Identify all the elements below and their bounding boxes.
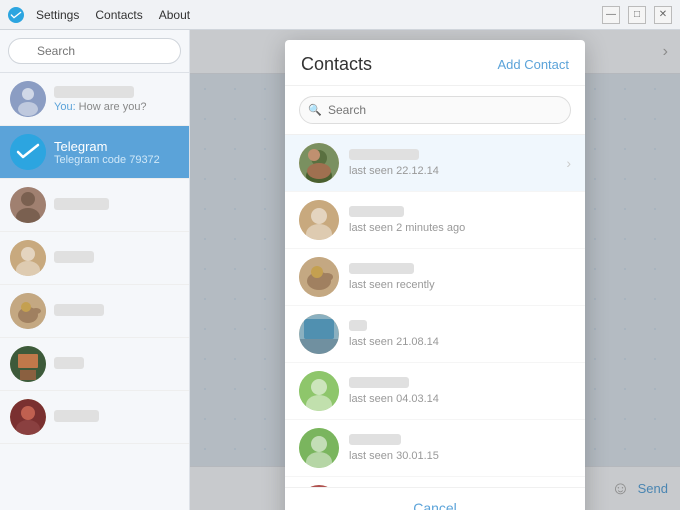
maximize-button[interactable]: □ (628, 6, 646, 24)
chat-item[interactable] (0, 232, 189, 285)
chat-name (54, 86, 147, 101)
contact-name (349, 377, 571, 392)
contact-item[interactable]: last seen recently (285, 249, 585, 306)
chat-info (54, 251, 94, 266)
contact-avatar (299, 200, 339, 240)
chat-preview: You: How are you? (54, 101, 147, 113)
contact-info: last seen recently (349, 263, 571, 291)
contacts-list: last seen 22.12.14 › (285, 135, 585, 487)
contact-avatar (299, 428, 339, 468)
contact-info: last seen 2 minutes ago (349, 206, 571, 234)
cancel-button[interactable]: Cancel (413, 500, 457, 510)
close-button[interactable]: ✕ (654, 6, 672, 24)
title-bar-left: Settings Contacts About (8, 7, 190, 23)
avatar-telegram (10, 134, 46, 170)
chat-name (54, 304, 104, 319)
chat-item[interactable]: You: How are you? (0, 73, 189, 126)
avatar (10, 240, 46, 276)
modal-footer: Cancel (285, 487, 585, 510)
chat-info (54, 410, 99, 425)
contact-name (349, 434, 571, 449)
contact-item[interactable]: • last seen 5 minutes ago (285, 477, 585, 487)
chat-name (54, 198, 109, 213)
avatar (10, 399, 46, 435)
contact-item[interactable]: e last seen 21.08.14 (285, 306, 585, 363)
contact-avatar (299, 257, 339, 297)
sidebar-search-wrap: 🔍 (8, 38, 181, 64)
minimize-button[interactable]: — (602, 6, 620, 24)
contact-status: last seen 22.12.14 (349, 165, 566, 177)
contact-item[interactable]: last seen 2 minutes ago (285, 192, 585, 249)
chat-name (54, 251, 94, 266)
contact-status: last seen 30.01.15 (349, 450, 571, 462)
chat-info: You: How are you? (54, 86, 147, 113)
contact-avatar (299, 143, 339, 183)
sidebar-search-input[interactable] (8, 38, 181, 64)
title-bar: Settings Contacts About — □ ✕ (0, 0, 680, 30)
contact-avatar (299, 314, 339, 354)
chat-list: You: How are you? Telegram Telegram (0, 73, 189, 510)
contact-status: last seen 04.03.14 (349, 393, 571, 405)
chat-item-telegram[interactable]: Telegram Telegram code 79372 (0, 126, 189, 179)
modal-search-container: 🔍 (285, 86, 585, 135)
chat-item[interactable] (0, 391, 189, 444)
right-panel: › ☺ Send Contacts Add Contact (190, 30, 680, 510)
avatar (10, 293, 46, 329)
modal-overlay: Contacts Add Contact 🔍 (190, 30, 680, 510)
avatar (10, 346, 46, 382)
title-bar-menu: Settings Contacts About (36, 8, 190, 22)
contact-item[interactable]: last seen 04.03.14 (285, 363, 585, 420)
modal-search-input[interactable] (299, 96, 571, 124)
contact-info: last seen 04.03.14 (349, 377, 571, 405)
contact-name (349, 263, 571, 278)
contact-info: last seen 30.01.15 (349, 434, 571, 462)
chat-item[interactable] (0, 338, 189, 391)
chat-info (54, 198, 109, 213)
modal-search-wrap: 🔍 (299, 96, 571, 124)
app-window: Settings Contacts About — □ ✕ 🔍 (0, 0, 680, 510)
contact-name (349, 206, 571, 221)
contact-item[interactable]: last seen 30.01.15 (285, 420, 585, 477)
add-contact-button[interactable]: Add Contact (497, 57, 569, 72)
modal-search-icon: 🔍 (308, 104, 322, 117)
chat-item[interactable] (0, 179, 189, 232)
chat-name (54, 357, 84, 372)
chat-name (54, 410, 99, 425)
contact-status: last seen 21.08.14 (349, 336, 571, 348)
contact-status: last seen 2 minutes ago (349, 222, 571, 234)
main-layout: 🔍 You: How are you? (0, 30, 680, 510)
modal-header: Contacts Add Contact (285, 40, 585, 86)
chat-info (54, 304, 104, 319)
contact-info: e last seen 21.08.14 (349, 320, 571, 348)
menu-about[interactable]: About (159, 8, 190, 22)
contact-name (349, 149, 566, 164)
sidebar: 🔍 You: How are you? (0, 30, 190, 510)
app-logo (8, 7, 24, 23)
chat-info (54, 357, 84, 372)
menu-settings[interactable]: Settings (36, 8, 79, 22)
contact-chevron-icon: › (566, 155, 571, 171)
chat-preview: Telegram code 79372 (54, 154, 160, 166)
contact-info: last seen 22.12.14 (349, 149, 566, 177)
contact-status: last seen recently (349, 279, 571, 291)
avatar (10, 187, 46, 223)
modal-title: Contacts (301, 54, 372, 75)
title-bar-controls: — □ ✕ (602, 6, 672, 24)
sidebar-search-container: 🔍 (0, 30, 189, 73)
menu-contacts[interactable]: Contacts (95, 8, 142, 22)
chat-name: Telegram (54, 139, 160, 154)
contact-name: e (349, 320, 571, 335)
contact-avatar (299, 485, 339, 487)
chat-item[interactable] (0, 285, 189, 338)
avatar (10, 81, 46, 117)
contact-item[interactable]: last seen 22.12.14 › (285, 135, 585, 192)
chat-info: Telegram Telegram code 79372 (54, 139, 160, 166)
contacts-modal: Contacts Add Contact 🔍 (285, 40, 585, 510)
contact-avatar (299, 371, 339, 411)
